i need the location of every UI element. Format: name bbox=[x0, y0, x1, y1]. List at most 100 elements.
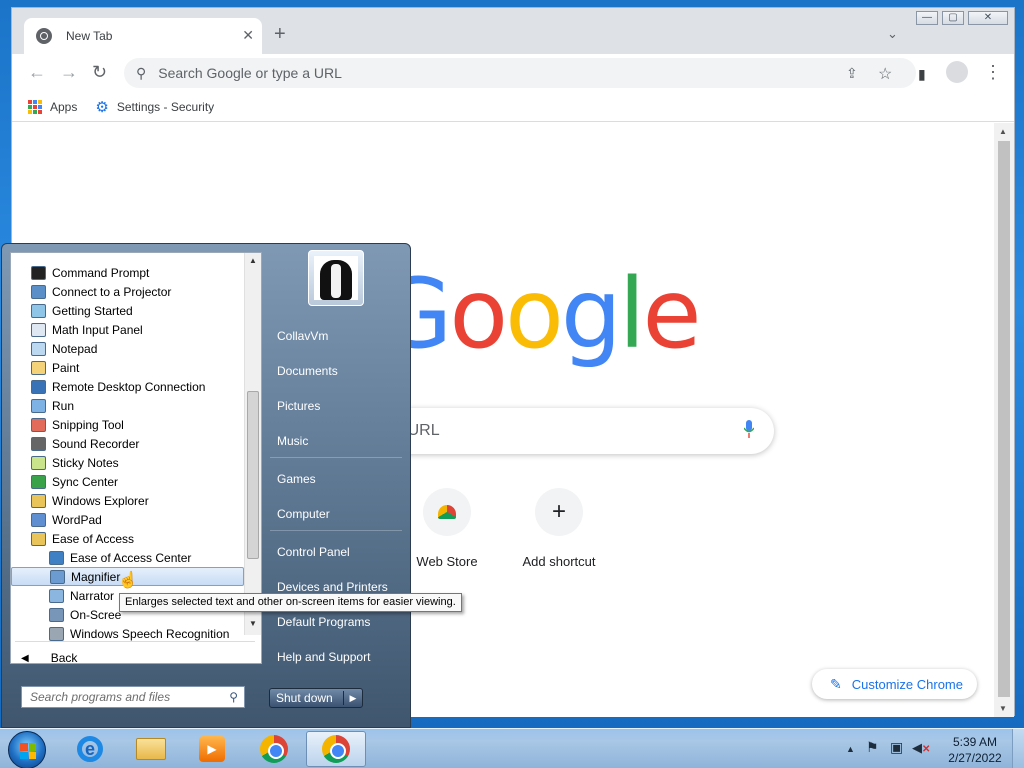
microphone-icon[interactable] bbox=[744, 420, 754, 438]
user-picture[interactable] bbox=[308, 250, 364, 306]
program-item[interactable]: Paint bbox=[31, 358, 263, 377]
bookmark-star-icon[interactable]: ☆ bbox=[878, 64, 892, 84]
maximize-button[interactable]: ▢ bbox=[942, 11, 964, 25]
taskbar-windows-explorer[interactable] bbox=[121, 731, 181, 767]
program-item[interactable]: Sound Recorder bbox=[31, 434, 263, 453]
bookmark-apps[interactable]: Apps bbox=[28, 99, 78, 114]
taskbar-chrome-active[interactable] bbox=[306, 731, 366, 767]
math-input-icon bbox=[31, 322, 46, 337]
volume-muted-icon[interactable]: ◀✕ bbox=[912, 740, 930, 756]
keyboard-icon bbox=[49, 607, 64, 622]
start-menu: Command Prompt Connect to a Projector Gett… bbox=[1, 243, 411, 728]
divider bbox=[15, 641, 255, 642]
scrollbar-thumb[interactable] bbox=[998, 141, 1010, 697]
show-desktop-button[interactable] bbox=[1012, 729, 1024, 768]
show-hidden-icons[interactable]: ▲ bbox=[846, 744, 855, 754]
scroll-up-icon[interactable]: ▲ bbox=[249, 256, 257, 265]
omnibox[interactable]: ⚲ Search Google or type a URL ⇪ ☆ bbox=[124, 58, 916, 88]
search-icon: ⚲ bbox=[136, 64, 147, 81]
programs-scrollbar[interactable]: ▲ ▼ bbox=[244, 253, 261, 635]
side-panel-icon[interactable]: ▮ bbox=[918, 65, 926, 83]
start-menu-item[interactable]: Computer bbox=[277, 507, 330, 521]
minimize-button[interactable]: — bbox=[916, 11, 938, 25]
program-item[interactable]: Ease of Access bbox=[31, 529, 263, 548]
start-menu-item[interactable]: Default Programs bbox=[277, 615, 370, 629]
scroll-up-icon[interactable]: ▲ bbox=[999, 127, 1007, 136]
action-center-flag-icon[interactable]: ⚑ bbox=[866, 739, 879, 756]
profile-avatar-icon[interactable] bbox=[946, 61, 968, 83]
shutdown-button[interactable]: Shut down ▶ bbox=[269, 688, 363, 708]
program-item[interactable]: Remote Desktop Connection bbox=[31, 377, 263, 396]
system-clock[interactable]: 5:39 AM 2/27/2022 bbox=[940, 734, 1010, 766]
program-label: Command Prompt bbox=[52, 265, 150, 280]
program-item[interactable]: WordPad bbox=[31, 510, 263, 529]
program-label: Sound Recorder bbox=[52, 436, 140, 451]
scrollbar-thumb[interactable] bbox=[247, 391, 259, 559]
start-menu-item[interactable]: Music bbox=[277, 434, 308, 448]
program-item[interactable]: Math Input Panel bbox=[31, 320, 263, 339]
program-label: WordPad bbox=[52, 512, 102, 527]
start-menu-item[interactable]: Games bbox=[277, 472, 316, 486]
page-scrollbar[interactable]: ▲ ▼ bbox=[994, 123, 1014, 717]
program-item[interactable]: Getting Started bbox=[31, 301, 263, 320]
program-item[interactable]: Connect to a Projector bbox=[31, 282, 263, 301]
start-menu-item[interactable]: Devices and Printers bbox=[277, 580, 388, 594]
taskbar-internet-explorer[interactable]: e bbox=[60, 731, 120, 767]
program-item[interactable]: Sync Center bbox=[31, 472, 263, 491]
program-item[interactable]: Snipping Tool bbox=[31, 415, 263, 434]
network-icon[interactable]: ▣ bbox=[890, 739, 903, 756]
scroll-down-icon[interactable]: ▼ bbox=[999, 704, 1007, 713]
program-item[interactable]: Sticky Notes bbox=[31, 453, 263, 472]
taskbar-chrome[interactable] bbox=[244, 731, 304, 767]
program-item[interactable]: Command Prompt bbox=[31, 263, 263, 282]
close-window-button[interactable]: ✕ bbox=[968, 11, 1008, 25]
wordpad-icon bbox=[31, 512, 46, 527]
program-label: Narrator bbox=[70, 588, 115, 603]
divider bbox=[270, 457, 402, 458]
taskbar-media-player[interactable]: ▶ bbox=[182, 731, 242, 767]
start-menu-item[interactable]: Help and Support bbox=[277, 650, 370, 664]
logo-letter: l bbox=[618, 258, 646, 370]
start-button[interactable] bbox=[8, 731, 46, 768]
tab-search-icon[interactable]: ⌄ bbox=[887, 26, 898, 42]
gear-icon: ⚙ bbox=[95, 98, 109, 116]
tab-new-tab[interactable]: New Tab ✕ bbox=[24, 18, 262, 54]
search-icon[interactable]: ⚲ bbox=[229, 690, 238, 704]
start-menu-item[interactable]: Pictures bbox=[277, 399, 320, 413]
remote-desktop-icon bbox=[31, 379, 46, 394]
reload-button[interactable]: ↻ bbox=[92, 63, 107, 81]
shutdown-options-icon[interactable]: ▶ bbox=[344, 693, 362, 704]
google-logo: Google bbox=[378, 258, 702, 370]
shortcut-add[interactable]: + Add shortcut bbox=[504, 488, 614, 569]
ease-of-access-icon bbox=[49, 550, 64, 565]
run-icon bbox=[31, 398, 46, 413]
forward-button[interactable]: → bbox=[60, 63, 78, 81]
program-label: Remote Desktop Connection bbox=[52, 379, 206, 394]
folder-icon bbox=[136, 738, 166, 760]
program-item[interactable]: Notepad bbox=[31, 339, 263, 358]
back-label: Back bbox=[50, 651, 78, 665]
taskbar: e ▶ ▲ ⚑ ▣ ◀✕ 5:39 AM 2/27/2022 bbox=[0, 728, 1024, 768]
program-label: Getting Started bbox=[52, 303, 133, 318]
chrome-menu-icon[interactable]: ⋮ bbox=[984, 63, 1002, 81]
start-menu-item[interactable]: Documents bbox=[277, 364, 338, 378]
scroll-down-icon[interactable]: ▼ bbox=[249, 619, 257, 628]
program-label: Snipping Tool bbox=[52, 417, 124, 432]
start-menu-item[interactable]: Control Panel bbox=[277, 545, 350, 559]
tab-close-icon[interactable]: ✕ bbox=[242, 27, 254, 44]
program-subitem[interactable]: Ease of Access Center bbox=[29, 548, 261, 567]
back-button[interactable]: ◀ Back bbox=[21, 651, 77, 665]
customize-chrome-button[interactable]: ✎ Customize Chrome bbox=[812, 669, 977, 699]
share-icon[interactable]: ⇪ bbox=[846, 65, 858, 82]
program-item[interactable]: Windows Explorer bbox=[31, 491, 263, 510]
logo-letter: o bbox=[505, 258, 564, 370]
start-menu-item[interactable]: CollavVm bbox=[277, 329, 328, 343]
bookmark-label: Apps bbox=[50, 99, 78, 114]
search-programs-input[interactable]: Search programs and files ⚲ bbox=[21, 686, 245, 708]
back-button[interactable]: ← bbox=[28, 63, 46, 81]
program-item[interactable]: Run bbox=[31, 396, 263, 415]
new-tab-button[interactable]: + bbox=[274, 24, 286, 44]
bookmark-settings-security[interactable]: ⚙ Settings - Security bbox=[95, 98, 214, 116]
program-label: Connect to a Projector bbox=[52, 284, 172, 299]
apps-grid-icon bbox=[28, 99, 42, 114]
